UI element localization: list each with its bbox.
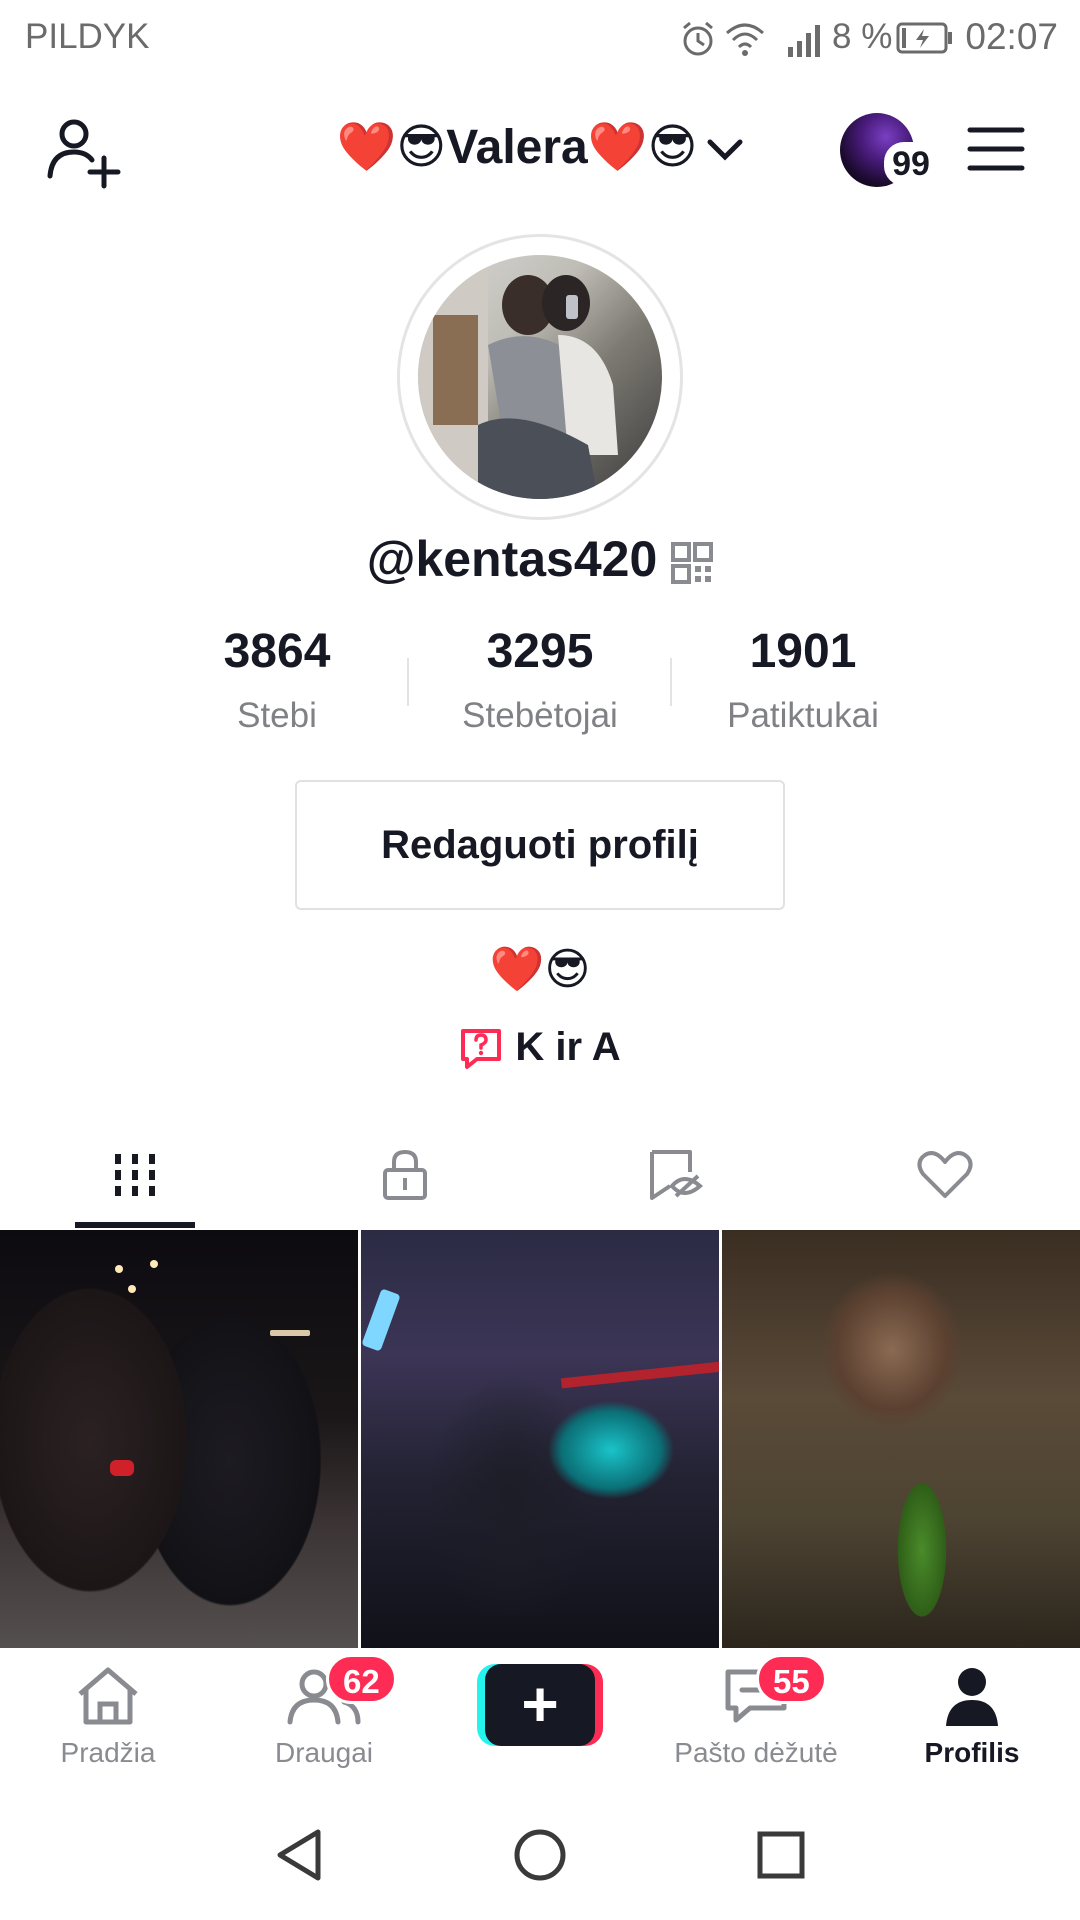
back-icon[interactable] bbox=[274, 1828, 324, 1882]
plus-icon: + bbox=[485, 1664, 595, 1746]
carrier-label: PILDYK bbox=[25, 17, 150, 56]
home-circle-icon[interactable] bbox=[513, 1828, 567, 1882]
friends-badge: 62 bbox=[326, 1654, 397, 1704]
likes-label: Patiktukai bbox=[727, 696, 879, 735]
battery-charging-icon bbox=[896, 22, 952, 54]
following-label: Stebi bbox=[237, 696, 317, 735]
active-tab-indicator bbox=[75, 1222, 195, 1228]
battery-percent: 8 % bbox=[832, 17, 893, 56]
alarm-icon bbox=[683, 21, 713, 56]
system-navigation-bar bbox=[0, 1778, 1080, 1920]
chevron-down-icon bbox=[707, 139, 743, 161]
hidden-tag-icon bbox=[650, 1150, 704, 1200]
display-name: ❤️😎Valera❤️😎 bbox=[336, 121, 698, 174]
bio-link-label: K ir A bbox=[515, 1025, 621, 1069]
tab-private[interactable] bbox=[270, 1120, 540, 1230]
tab-tagged[interactable] bbox=[540, 1120, 810, 1230]
edit-profile-button[interactable]: Redaguoti profilį bbox=[295, 780, 785, 910]
followers-count[interactable]: 3295 bbox=[420, 624, 660, 679]
video-thumbnail[interactable] bbox=[361, 1230, 719, 1648]
avatar-photo-illustration bbox=[418, 255, 618, 499]
lock-icon bbox=[383, 1149, 427, 1200]
bio-text: ❤️😎 bbox=[489, 945, 591, 994]
nav-home-label: Pradžia bbox=[60, 1737, 156, 1768]
heart-icon bbox=[917, 1151, 973, 1198]
home-icon bbox=[78, 1667, 138, 1725]
likes-count[interactable]: 1901 bbox=[683, 624, 923, 679]
wifi-icon bbox=[726, 23, 764, 56]
menu-icon[interactable] bbox=[966, 124, 1026, 174]
nav-home[interactable]: Pradžia bbox=[0, 1664, 216, 1769]
nav-profile[interactable]: Profilis bbox=[864, 1664, 1080, 1769]
video-thumbnail[interactable] bbox=[722, 1230, 1080, 1648]
bio-link-row[interactable]: K ir A bbox=[0, 1025, 1080, 1071]
clock: 02:07 bbox=[965, 16, 1058, 57]
tab-videos[interactable] bbox=[0, 1120, 270, 1230]
followers-label: Stebėtojai bbox=[462, 696, 618, 735]
question-bubble-icon bbox=[461, 1029, 502, 1070]
profile-avatar[interactable] bbox=[418, 255, 662, 499]
profile-icon bbox=[946, 1668, 998, 1726]
notification-count: 99 bbox=[884, 142, 938, 186]
create-button[interactable]: + bbox=[477, 1664, 603, 1746]
tab-liked[interactable] bbox=[810, 1120, 1080, 1230]
video-thumbnail[interactable] bbox=[0, 1230, 358, 1648]
signal-icon bbox=[788, 25, 820, 57]
stat-divider bbox=[407, 658, 409, 706]
qr-code-icon[interactable] bbox=[671, 541, 714, 584]
inbox-badge: 55 bbox=[756, 1654, 827, 1704]
stat-divider bbox=[670, 658, 672, 706]
nav-friends-label: Draugai bbox=[274, 1737, 374, 1768]
nav-inbox-label: Pašto dėžutė bbox=[674, 1737, 838, 1768]
nav-friends[interactable]: Draugai bbox=[216, 1664, 432, 1769]
recents-icon[interactable] bbox=[756, 1830, 806, 1880]
username: @kentas420 bbox=[366, 531, 658, 587]
following-count[interactable]: 3864 bbox=[157, 624, 397, 679]
grid-icon bbox=[115, 1154, 155, 1196]
nav-profile-label: Profilis bbox=[924, 1737, 1020, 1768]
username-row: @kentas420 bbox=[0, 530, 1080, 588]
status-bar: PILDYK 8 % 02:07 bbox=[0, 0, 1080, 76]
